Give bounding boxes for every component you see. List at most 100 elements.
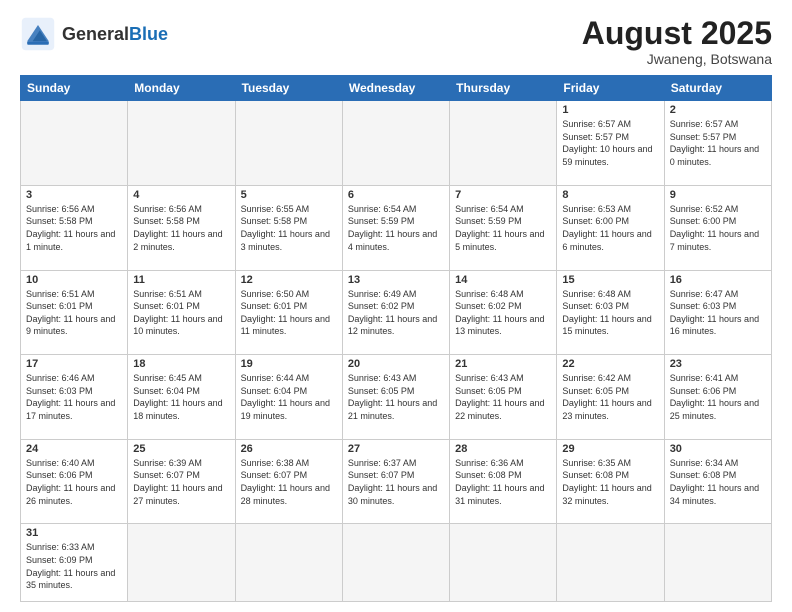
calendar-cell — [450, 524, 557, 602]
calendar-cell: 19 Sunrise: 6:44 AMSunset: 6:04 PMDayligh… — [235, 355, 342, 440]
day-number: 2 — [670, 104, 766, 116]
day-info: Sunrise: 6:45 AMSunset: 6:04 PMDaylight:… — [133, 372, 229, 422]
day-number: 12 — [241, 274, 337, 286]
day-info: Sunrise: 6:48 AMSunset: 6:03 PMDaylight:… — [562, 288, 658, 338]
calendar-cell: 8 Sunrise: 6:53 AMSunset: 6:00 PMDaylight… — [557, 185, 664, 270]
calendar-cell — [235, 101, 342, 186]
calendar-cell: 9 Sunrise: 6:52 AMSunset: 6:00 PMDaylight… — [664, 185, 771, 270]
day-number: 19 — [241, 358, 337, 370]
calendar-header-sunday: Sunday — [21, 76, 128, 101]
calendar-cell: 26 Sunrise: 6:38 AMSunset: 6:07 PMDayligh… — [235, 439, 342, 524]
calendar-header-thursday: Thursday — [450, 76, 557, 101]
calendar-week-5: 24Sunrise: 6:40 AMSunset: 6:06 PMDayligh… — [21, 439, 772, 524]
logo-icon — [20, 16, 56, 52]
calendar-cell — [664, 524, 771, 602]
day-number: 25 — [133, 443, 229, 455]
day-info: Sunrise: 6:42 AMSunset: 6:05 PMDaylight:… — [562, 372, 658, 422]
day-info: Sunrise: 6:57 AMSunset: 5:57 PMDaylight:… — [670, 118, 766, 168]
calendar-cell: 23 Sunrise: 6:41 AMSunset: 6:06 PMDayligh… — [664, 355, 771, 440]
calendar-cell — [557, 524, 664, 602]
calendar-cell — [21, 101, 128, 186]
day-number: 31 — [26, 527, 122, 539]
calendar-cell — [342, 101, 449, 186]
calendar-cell: 16 Sunrise: 6:47 AMSunset: 6:03 PMDayligh… — [664, 270, 771, 355]
month-title: August 2025 — [582, 16, 772, 51]
day-number: 10 — [26, 274, 122, 286]
calendar-cell: 3Sunrise: 6:56 AMSunset: 5:58 PMDaylight… — [21, 185, 128, 270]
calendar-cell: 7 Sunrise: 6:54 AMSunset: 5:59 PMDaylight… — [450, 185, 557, 270]
day-info: Sunrise: 6:41 AMSunset: 6:06 PMDaylight:… — [670, 372, 766, 422]
day-info: Sunrise: 6:51 AMSunset: 6:01 PMDaylight:… — [26, 288, 122, 338]
location: Jwaneng, Botswana — [582, 51, 772, 67]
day-info: Sunrise: 6:56 AMSunset: 5:58 PMDaylight:… — [133, 203, 229, 253]
calendar-header-tuesday: Tuesday — [235, 76, 342, 101]
calendar-cell: 4Sunrise: 6:56 AMSunset: 5:58 PMDaylight… — [128, 185, 235, 270]
day-number: 11 — [133, 274, 229, 286]
calendar-cell: 13 Sunrise: 6:49 AMSunset: 6:02 PMDayligh… — [342, 270, 449, 355]
calendar-header-row: SundayMondayTuesdayWednesdayThursdayFrid… — [21, 76, 772, 101]
calendar-cell: 2 Sunrise: 6:57 AMSunset: 5:57 PMDaylight… — [664, 101, 771, 186]
calendar-cell — [128, 101, 235, 186]
day-number: 17 — [26, 358, 122, 370]
calendar-cell: 21Sunrise: 6:43 AMSunset: 6:05 PMDayligh… — [450, 355, 557, 440]
calendar-cell — [342, 524, 449, 602]
day-number: 8 — [562, 189, 658, 201]
calendar-cell: 6Sunrise: 6:54 AMSunset: 5:59 PMDaylight… — [342, 185, 449, 270]
day-number: 9 — [670, 189, 766, 201]
calendar-cell: 15Sunrise: 6:48 AMSunset: 6:03 PMDayligh… — [557, 270, 664, 355]
day-number: 16 — [670, 274, 766, 286]
day-number: 28 — [455, 443, 551, 455]
calendar: SundayMondayTuesdayWednesdayThursdayFrid… — [20, 75, 772, 602]
day-info: Sunrise: 6:54 AMSunset: 5:59 PMDaylight:… — [455, 203, 551, 253]
day-info: Sunrise: 6:43 AMSunset: 6:05 PMDaylight:… — [348, 372, 444, 422]
day-info: Sunrise: 6:35 AMSunset: 6:08 PMDaylight:… — [562, 457, 658, 507]
day-info: Sunrise: 6:52 AMSunset: 6:00 PMDaylight:… — [670, 203, 766, 253]
header: GeneralBlue August 2025 Jwaneng, Botswan… — [20, 16, 772, 67]
calendar-cell: 28 Sunrise: 6:36 AMSunset: 6:08 PMDayligh… — [450, 439, 557, 524]
day-number: 20 — [348, 358, 444, 370]
day-info: Sunrise: 6:36 AMSunset: 6:08 PMDaylight:… — [455, 457, 551, 507]
day-info: Sunrise: 6:43 AMSunset: 6:05 PMDaylight:… — [455, 372, 551, 422]
calendar-cell — [235, 524, 342, 602]
day-number: 7 — [455, 189, 551, 201]
day-number: 5 — [241, 189, 337, 201]
day-number: 1 — [562, 104, 658, 116]
calendar-header-friday: Friday — [557, 76, 664, 101]
calendar-cell: 20 Sunrise: 6:43 AMSunset: 6:05 PMDayligh… — [342, 355, 449, 440]
calendar-cell: 18 Sunrise: 6:45 AMSunset: 6:04 PMDayligh… — [128, 355, 235, 440]
day-number: 13 — [348, 274, 444, 286]
calendar-cell: 5Sunrise: 6:55 AMSunset: 5:58 PMDaylight… — [235, 185, 342, 270]
day-info: Sunrise: 6:51 AMSunset: 6:01 PMDaylight:… — [133, 288, 229, 338]
calendar-cell — [128, 524, 235, 602]
calendar-week-2: 3 Sunrise: 6:56 AMSunset: 5:58 PMDaylight… — [21, 185, 772, 270]
calendar-cell: 22 Sunrise: 6:42 AMSunset: 6:05 PMDayligh… — [557, 355, 664, 440]
day-number: 6 — [348, 189, 444, 201]
day-info: Sunrise: 6:47 AMSunset: 6:03 PMDaylight:… — [670, 288, 766, 338]
day-number: 26 — [241, 443, 337, 455]
calendar-cell — [450, 101, 557, 186]
day-info: Sunrise: 6:37 AMSunset: 6:07 PMDaylight:… — [348, 457, 444, 507]
day-info: Sunrise: 6:49 AMSunset: 6:02 PMDaylight:… — [348, 288, 444, 338]
day-info: Sunrise: 6:46 AMSunset: 6:03 PMDaylight:… — [26, 372, 122, 422]
calendar-cell: 27 Sunrise: 6:37 AMSunset: 6:07 PMDayligh… — [342, 439, 449, 524]
logo-text: GeneralBlue — [62, 25, 168, 43]
day-number: 3 — [26, 189, 122, 201]
day-number: 22 — [562, 358, 658, 370]
calendar-cell: 31Sunrise: 6:33 AMSunset: 6:09 PMDayligh… — [21, 524, 128, 602]
calendar-header-wednesday: Wednesday — [342, 76, 449, 101]
day-number: 27 — [348, 443, 444, 455]
day-number: 23 — [670, 358, 766, 370]
logo: GeneralBlue — [20, 16, 168, 52]
day-info: Sunrise: 6:39 AMSunset: 6:07 PMDaylight:… — [133, 457, 229, 507]
calendar-week-3: 10 Sunrise: 6:51 AMSunset: 6:01 PMDayligh… — [21, 270, 772, 355]
calendar-header-monday: Monday — [128, 76, 235, 101]
day-info: Sunrise: 6:50 AMSunset: 6:01 PMDaylight:… — [241, 288, 337, 338]
calendar-cell: 17 Sunrise: 6:46 AMSunset: 6:03 PMDayligh… — [21, 355, 128, 440]
calendar-week-1: 1 Sunrise: 6:57 AMSunset: 5:57 PMDaylight… — [21, 101, 772, 186]
calendar-cell: 25 Sunrise: 6:39 AMSunset: 6:07 PMDayligh… — [128, 439, 235, 524]
day-number: 18 — [133, 358, 229, 370]
calendar-cell: 14Sunrise: 6:48 AMSunset: 6:02 PMDayligh… — [450, 270, 557, 355]
day-info: Sunrise: 6:53 AMSunset: 6:00 PMDaylight:… — [562, 203, 658, 253]
day-info: Sunrise: 6:38 AMSunset: 6:07 PMDaylight:… — [241, 457, 337, 507]
day-info: Sunrise: 6:44 AMSunset: 6:04 PMDaylight:… — [241, 372, 337, 422]
